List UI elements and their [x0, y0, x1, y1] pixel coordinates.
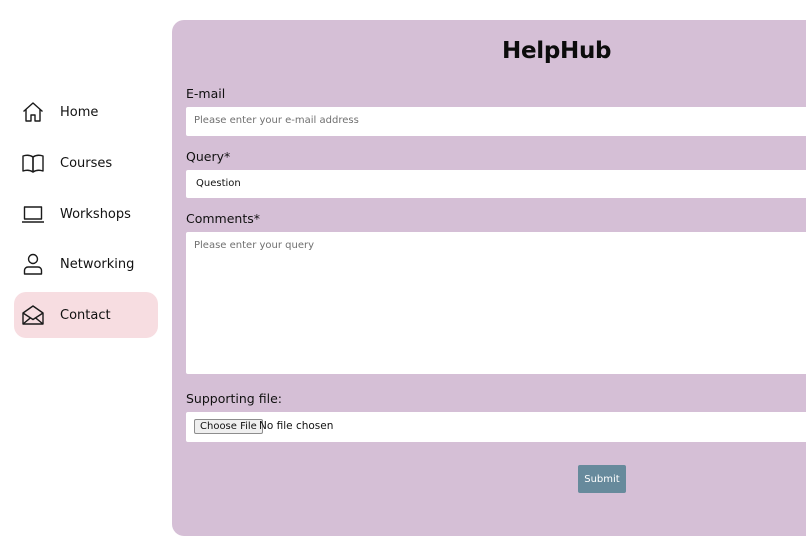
query-label: Query*	[186, 149, 231, 164]
comments-placeholder: Please enter your query	[194, 240, 315, 251]
email-field[interactable]: Please enter your e-mail address	[186, 107, 806, 136]
laptop-icon	[21, 202, 45, 226]
person-icon	[21, 252, 45, 276]
envelope-icon	[21, 303, 45, 327]
sidebar-item-home[interactable]: Home	[14, 89, 158, 135]
sidebar-item-networking[interactable]: Networking	[14, 241, 158, 287]
sidebar-item-label: Workshops	[60, 206, 131, 222]
page-title: HelpHub	[502, 38, 612, 64]
sidebar-item-label: Courses	[60, 155, 113, 171]
comments-textarea[interactable]: Please enter your query	[186, 232, 806, 374]
file-upload-field: Choose File No file chosen	[186, 412, 806, 442]
sidebar: Home Courses Workshops Networking Contac…	[0, 0, 172, 536]
book-icon	[21, 151, 45, 175]
sidebar-item-workshops[interactable]: Workshops	[14, 191, 158, 237]
choose-file-button[interactable]: Choose File	[194, 419, 263, 434]
email-label: E-mail	[186, 86, 226, 101]
query-selected-value: Question	[196, 178, 241, 189]
sidebar-item-contact[interactable]: Contact	[14, 292, 158, 338]
sidebar-item-label: Contact	[60, 307, 111, 323]
file-label: Supporting file:	[186, 391, 282, 406]
file-status: No file chosen	[259, 420, 334, 432]
home-icon	[21, 100, 45, 124]
comments-label: Comments*	[186, 211, 261, 226]
help-form-panel: HelpHub E-mail Please enter your e-mail …	[172, 20, 806, 536]
sidebar-item-label: Home	[60, 104, 99, 120]
sidebar-item-courses[interactable]: Courses	[14, 140, 158, 186]
email-placeholder: Please enter your e-mail address	[194, 115, 359, 126]
query-select[interactable]: Question	[186, 170, 806, 198]
submit-button[interactable]: Submit	[578, 465, 626, 493]
sidebar-item-label: Networking	[60, 256, 135, 272]
